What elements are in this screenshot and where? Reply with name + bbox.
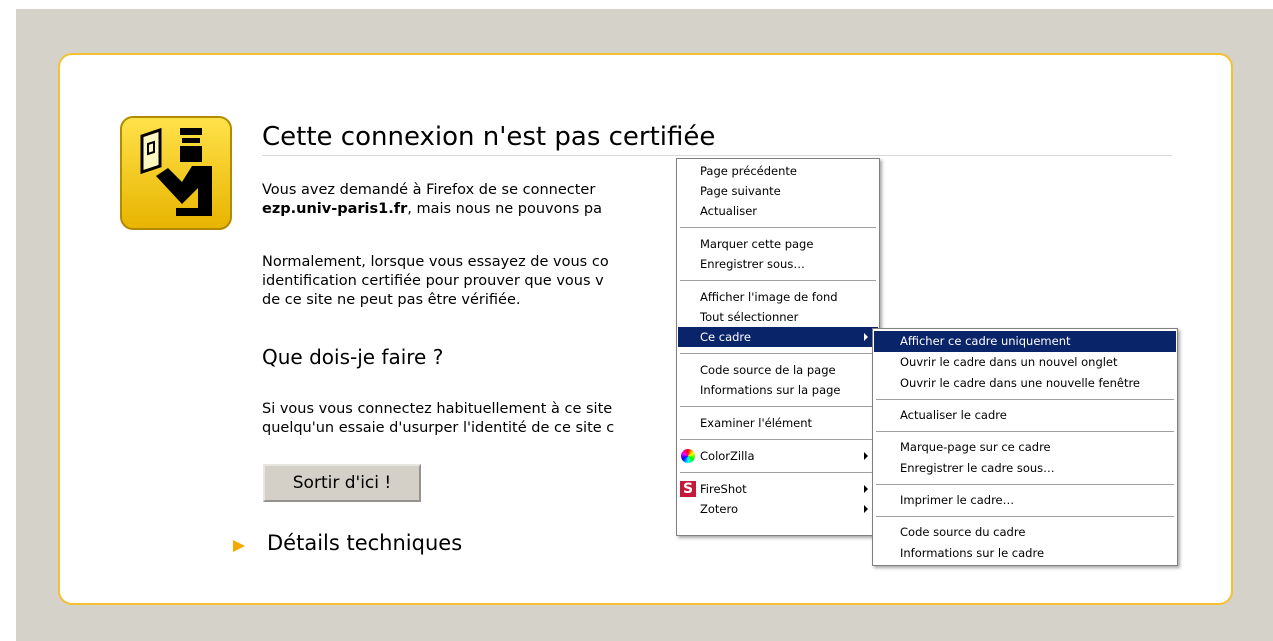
menu-item-label: Page suivante — [700, 184, 781, 198]
menu-item-label: Informations sur le cadre — [900, 546, 1045, 560]
submenu-item-frame-source[interactable]: Code source du cadre — [874, 522, 1176, 543]
technical-details-toggle[interactable]: Détails techniques — [267, 531, 462, 555]
frame-submenu: Afficher ce cadre uniquement Ouvrir le c… — [872, 328, 1178, 566]
security-officer-icon — [120, 116, 232, 230]
advice-line-1: Si vous vous connectez habituellement à … — [262, 401, 613, 417]
explanation-line-3: de ce site ne peut pas être vérifiée. — [262, 292, 521, 308]
menu-item-label: Examiner l'élément — [700, 416, 813, 430]
menu-separator — [680, 353, 876, 354]
explanation-line-1: Normalement, lorsque vous essayez de vou… — [262, 254, 609, 270]
menu-item-select-all[interactable]: Tout sélectionner — [678, 307, 878, 327]
menu-item-label: Code source du cadre — [900, 525, 1026, 539]
menu-item-forward[interactable]: Page suivante — [678, 181, 878, 201]
menu-separator — [680, 472, 876, 473]
menu-item-fireshot[interactable]: S FireShot — [678, 479, 878, 499]
menu-item-zotero[interactable]: Zotero — [678, 499, 878, 519]
submenu-item-open-frame-tab[interactable]: Ouvrir le cadre dans un nouvel onglet — [874, 352, 1176, 373]
submenu-item-frame-info[interactable]: Informations sur le cadre — [874, 543, 1176, 564]
escape-button[interactable]: Sortir d'ici ! — [263, 464, 421, 502]
menu-separator — [876, 431, 1174, 432]
explanation-paragraph: Normalement, lorsque vous essayez de vou… — [262, 253, 609, 310]
explanation-line-2: identification certifiée pour prouver qu… — [262, 273, 604, 289]
submenu-arrow-icon — [864, 333, 868, 341]
menu-separator — [680, 227, 876, 228]
menu-item-page-info[interactable]: Informations sur la page — [678, 380, 878, 400]
submenu-arrow-icon — [864, 505, 868, 513]
colorzilla-icon — [681, 449, 695, 463]
intro-paragraph: Vous avez demandé à Firefox de se connec… — [262, 181, 602, 219]
menu-separator — [680, 439, 876, 440]
menu-separator — [680, 406, 876, 407]
menu-item-label: Ce cadre — [700, 330, 751, 344]
advice-line-2: quelqu'un essaie d'usurper l'identité de… — [262, 420, 615, 436]
context-menu: Page précédente Page suivante Actualiser… — [676, 158, 880, 536]
advice-paragraph: Si vous vous connectez habituellement à … — [262, 400, 614, 438]
menu-item-label: Afficher ce cadre uniquement — [900, 334, 1071, 348]
menu-item-label: Informations sur la page — [700, 383, 841, 397]
menu-item-label: Actualiser le cadre — [900, 408, 1007, 422]
menu-separator — [680, 280, 876, 281]
menu-item-label: Page précédente — [700, 164, 797, 178]
what-to-do-heading: Que dois-je faire ? — [262, 345, 444, 369]
menu-item-label: Tout sélectionner — [700, 310, 799, 324]
submenu-item-show-frame-only[interactable]: Afficher ce cadre uniquement — [874, 331, 1176, 352]
menu-item-colorzilla[interactable]: ColorZilla — [678, 446, 878, 466]
submenu-item-bookmark-frame[interactable]: Marque-page sur ce cadre — [874, 437, 1176, 458]
menu-item-label: Ouvrir le cadre dans une nouvelle fenêtr… — [900, 376, 1141, 390]
submenu-item-print-frame[interactable]: Imprimer le cadre… — [874, 490, 1176, 511]
menu-item-view-source[interactable]: Code source de la page — [678, 360, 878, 380]
menu-item-back[interactable]: Page précédente — [678, 161, 878, 181]
menu-item-label: Ouvrir le cadre dans un nouvel onglet — [900, 355, 1118, 369]
menu-item-inspect-element[interactable]: Examiner l'élément — [678, 413, 878, 433]
menu-item-label: FireShot — [700, 482, 747, 496]
menu-item-view-background[interactable]: Afficher l'image de fond — [678, 287, 878, 307]
menu-item-reload[interactable]: Actualiser — [678, 201, 878, 221]
menu-separator — [876, 484, 1174, 485]
intro-line-2: , mais nous ne pouvons pa — [407, 201, 602, 217]
fireshot-icon: S — [680, 481, 696, 497]
menu-item-label: Imprimer le cadre… — [900, 493, 1015, 507]
menu-item-label: Marque-page sur ce cadre — [900, 440, 1051, 454]
menu-item-save-as[interactable]: Enregistrer sous… — [678, 254, 878, 274]
intro-line-1: Vous avez demandé à Firefox de se connec… — [262, 182, 596, 198]
menu-item-label: Enregistrer le cadre sous… — [900, 461, 1055, 475]
host-name: ezp.univ-paris1.fr — [262, 201, 408, 217]
submenu-item-open-frame-window[interactable]: Ouvrir le cadre dans une nouvelle fenêtr… — [874, 373, 1176, 394]
submenu-item-reload-frame[interactable]: Actualiser le cadre — [874, 405, 1176, 426]
menu-item-bookmark-page[interactable]: Marquer cette page — [678, 234, 878, 254]
menu-item-label: ColorZilla — [700, 449, 755, 463]
submenu-arrow-icon — [864, 485, 868, 493]
menu-separator — [876, 399, 1174, 400]
expand-triangle-icon[interactable] — [232, 539, 246, 553]
menu-item-label: Marquer cette page — [700, 237, 814, 251]
menu-item-this-frame[interactable]: Ce cadre — [678, 327, 878, 347]
menu-item-label: Actualiser — [700, 204, 758, 218]
submenu-item-save-frame[interactable]: Enregistrer le cadre sous… — [874, 458, 1176, 479]
menu-item-label: Zotero — [700, 502, 739, 516]
menu-item-label: Enregistrer sous… — [700, 257, 805, 271]
submenu-arrow-icon — [864, 452, 868, 460]
menu-separator — [876, 516, 1174, 517]
menu-item-label: Code source de la page — [700, 363, 836, 377]
menu-item-label: Afficher l'image de fond — [700, 290, 838, 304]
page-title: Cette connexion n'est pas certifiée — [262, 122, 1172, 156]
